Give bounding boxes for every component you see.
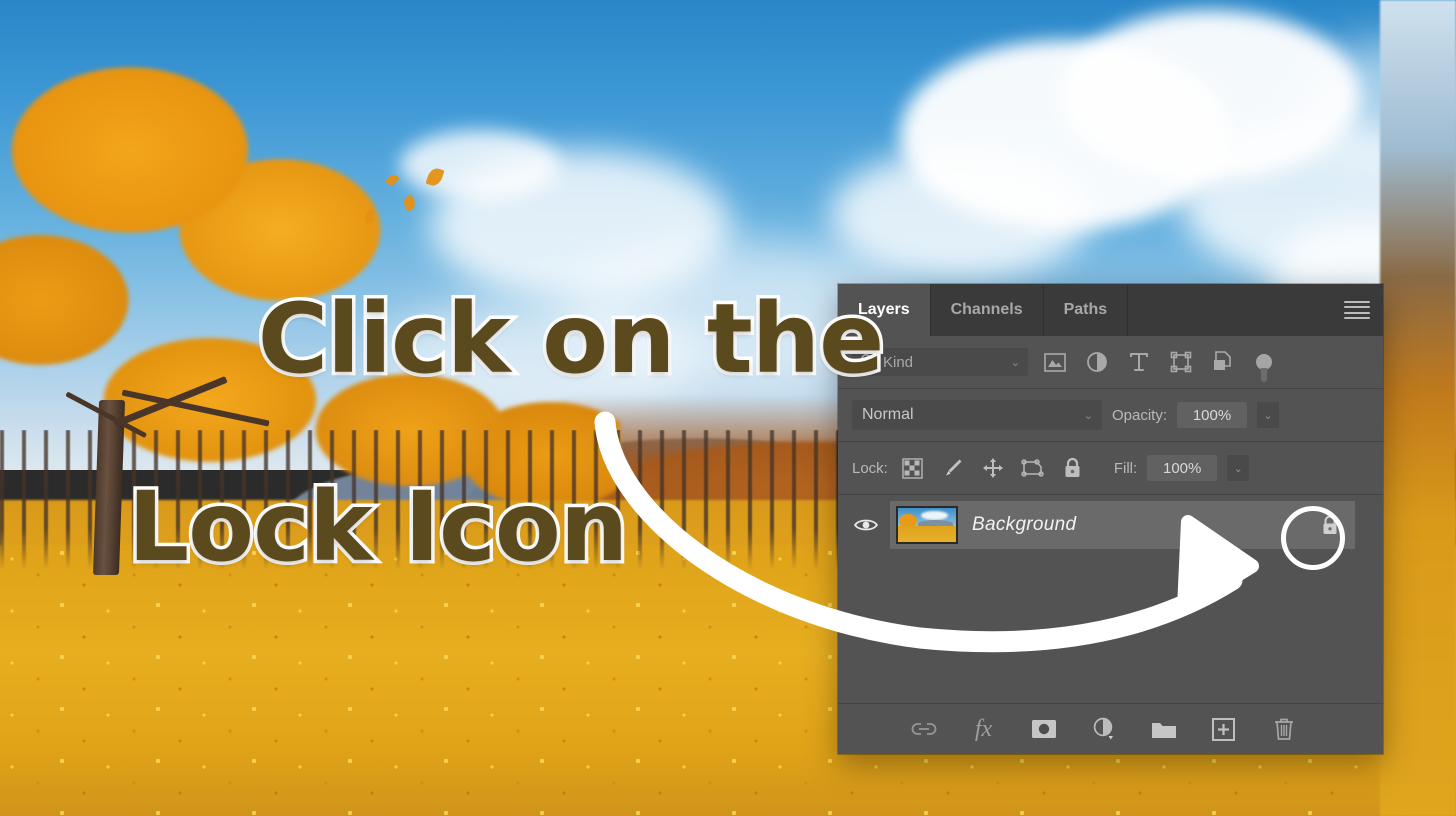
filter-kind-value: Kind (883, 353, 914, 371)
chevron-down-icon: ⌄ (1083, 409, 1093, 422)
headline-line-1: Click on the (254, 283, 887, 396)
panel-tab-bar: Layers Channels Paths (838, 284, 1383, 336)
headline-line-2: Lock Icon (124, 471, 631, 584)
lock-transparent-pixels-icon[interactable] (898, 453, 928, 483)
lock-highlight-ring (1281, 506, 1345, 570)
chevron-down-icon: ⌄ (1010, 356, 1020, 369)
filter-enable-toggle[interactable] (1256, 354, 1272, 382)
screenshot-root: Click on the Lock Icon Layers Channels P… (0, 0, 1456, 816)
add-layer-mask-icon[interactable] (1029, 714, 1059, 744)
fill-input[interactable]: 100% (1147, 455, 1218, 481)
lock-all-icon[interactable] (1058, 453, 1088, 483)
lock-position-icon[interactable] (978, 453, 1008, 483)
tab-paths-label: Paths (1063, 301, 1108, 318)
delete-layer-icon[interactable] (1269, 714, 1299, 744)
opacity-input[interactable]: 100% (1177, 402, 1248, 428)
fill-value: 100% (1163, 459, 1202, 477)
smart-object-filter-icon[interactable] (1208, 347, 1238, 377)
photo-right-edge (1380, 0, 1456, 816)
hamburger-menu-icon[interactable] (1344, 301, 1370, 319)
link-layers-icon[interactable] (909, 714, 939, 744)
blend-mode-select[interactable]: Normal ⌄ (852, 400, 1102, 430)
layer-filter-bar: Kind ⌄ (838, 336, 1383, 389)
type-layer-filter-icon[interactable] (1124, 347, 1154, 377)
opacity-value: 100% (1192, 406, 1232, 424)
pixel-layer-filter-icon[interactable] (1040, 347, 1070, 377)
tab-channels[interactable]: Channels (931, 284, 1044, 336)
layer-thumbnail[interactable] (896, 506, 958, 544)
new-layer-icon[interactable] (1209, 714, 1239, 744)
lock-artboard-nesting-icon[interactable] (1018, 453, 1048, 483)
layer-style-fx-icon[interactable]: fx (969, 714, 999, 744)
adjustment-layer-filter-icon[interactable] (1082, 347, 1112, 377)
chevron-down-icon: ⌄ (1263, 409, 1273, 422)
chevron-down-icon: ⌄ (1233, 462, 1243, 475)
new-adjustment-layer-icon[interactable] (1089, 714, 1119, 744)
new-group-icon[interactable] (1149, 714, 1179, 744)
layer-name-label: Background (972, 514, 1077, 535)
instruction-headline: Click on the Lock Icon (124, 198, 887, 762)
lock-options-bar: Lock: Fill: 100% ⌄ (838, 442, 1383, 495)
fill-label: Fill: (1113, 459, 1138, 477)
opacity-label: Opacity: (1112, 406, 1168, 424)
shape-layer-filter-icon[interactable] (1166, 347, 1196, 377)
blend-mode-bar: Normal ⌄ Opacity: 100% ⌄ (838, 389, 1383, 442)
tab-channels-label: Channels (950, 301, 1023, 318)
tab-paths[interactable]: Paths (1044, 284, 1129, 336)
fx-label: fx (974, 716, 993, 742)
layers-bottom-toolbar: fx (838, 703, 1383, 754)
fill-slider-toggle[interactable]: ⌄ (1227, 455, 1250, 481)
lock-image-pixels-icon[interactable] (938, 453, 968, 483)
opacity-slider-toggle[interactable]: ⌄ (1257, 402, 1280, 428)
